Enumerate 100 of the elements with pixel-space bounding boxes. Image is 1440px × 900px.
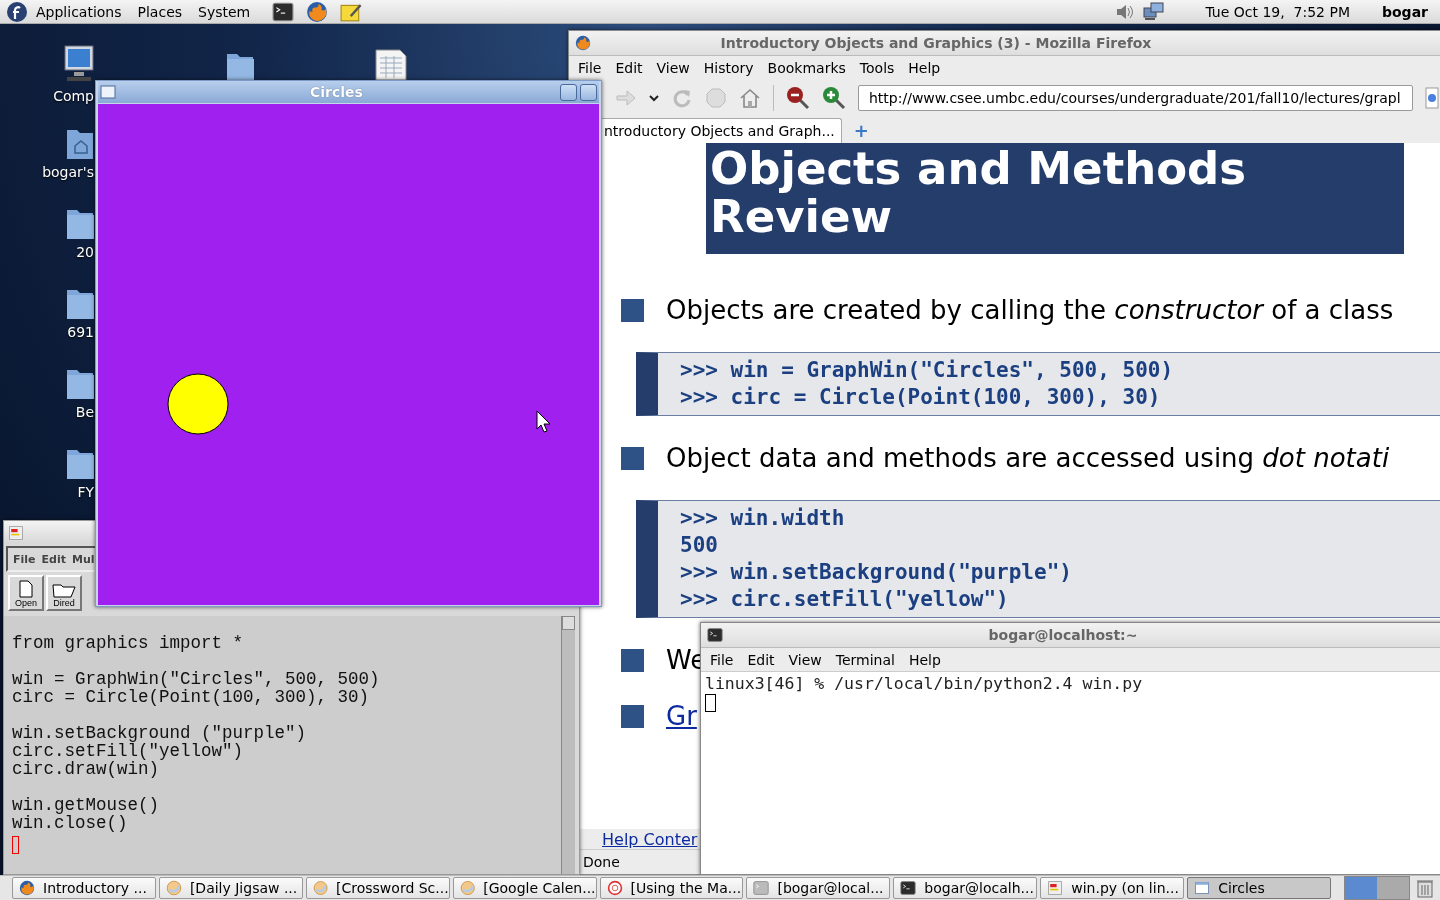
code-line: circ.setFill("yellow") (12, 742, 244, 760)
menu-item[interactable]: Edit (740, 651, 782, 668)
menu-item[interactable]: History (696, 59, 761, 76)
home-icon[interactable] (739, 87, 761, 109)
menu-item[interactable]: View (649, 59, 697, 76)
page-link[interactable]: Gr (666, 701, 697, 731)
browser-tab[interactable]: ntroductory Objects and Graph... (599, 118, 842, 143)
menu-item[interactable]: Terminal (828, 651, 902, 668)
bullet-square (621, 446, 644, 470)
panel-menu[interactable]: Places (129, 3, 191, 20)
code-line: win = GraphWin("Circles", 500, 500) (12, 670, 381, 688)
editor-icon[interactable] (8, 524, 24, 541)
code-line: >>> circ.setFill("yellow") (680, 586, 1010, 613)
globe-fox-icon[interactable] (306, 0, 329, 23)
terminal-icon[interactable] (900, 880, 917, 896)
dropdown-caret-icon[interactable] (649, 94, 659, 102)
computer-icon (64, 44, 94, 84)
new-tab-button[interactable]: + (853, 120, 869, 141)
mouse-pointer-icon (536, 410, 551, 433)
workspace-switcher[interactable] (1344, 876, 1410, 900)
window-title: Introductory Objects and Graphics (3) - Mozilla Firefox (719, 35, 1153, 51)
panel-menu[interactable]: Applications (28, 3, 130, 20)
taskbar-button[interactable]: [Google Calen... (452, 877, 597, 899)
bullet-square (621, 648, 644, 672)
globe-icon[interactable] (165, 880, 182, 896)
code-line: >>> circ = Circle(Point(100, 300), 30) (680, 384, 1162, 411)
toolbar-button[interactable]: Dired (46, 575, 82, 611)
editor-icon[interactable] (1047, 880, 1064, 896)
zoom-in-icon[interactable] (822, 86, 846, 110)
lifebuoy-icon[interactable] (606, 880, 623, 896)
code-line: >>> win.width (680, 505, 846, 532)
code-line: circ = Circle(Point(100, 300), 30) (12, 688, 370, 706)
clock[interactable]: Tue Oct 19, 7:52 PM (1205, 3, 1350, 20)
text-cursor (12, 836, 19, 854)
page-heading: Objects and Methods Review (706, 143, 1404, 254)
code-line: >>> win.setBackground("purple") (680, 559, 1073, 586)
trash-icon[interactable] (1415, 878, 1434, 898)
desktop-icon-label[interactable]: 20 (76, 244, 94, 260)
fedora-logo-icon[interactable] (6, 0, 28, 23)
scrollbar[interactable] (561, 616, 575, 874)
terminal-icon[interactable] (272, 0, 295, 23)
menu-item[interactable]: Edit (608, 59, 650, 76)
taskbar-button[interactable]: [Using the Ma... (599, 877, 744, 899)
code-line: from graphics import * (12, 634, 245, 652)
help-link[interactable]: Help Conter (602, 829, 698, 849)
document-icon (19, 580, 33, 598)
menu-item[interactable]: Bookmarks (760, 59, 853, 76)
window-icon[interactable] (1194, 880, 1211, 896)
menu-item[interactable]: View (781, 651, 829, 668)
bullet-text: Object data and methods are accessed using dot notati (666, 443, 1390, 473)
menu-item[interactable]: File (10, 552, 39, 566)
taskbar-button[interactable]: [Crossword Sc... (305, 877, 450, 899)
menu-item[interactable]: Help (901, 651, 948, 668)
window-title: Circles (309, 84, 364, 100)
code-line: circ.draw(win) (12, 760, 160, 778)
close-button[interactable] (580, 83, 597, 101)
globe-icon[interactable] (459, 880, 476, 896)
taskbar-button[interactable]: Introductory ... (12, 877, 156, 899)
menu-item[interactable]: File (703, 651, 741, 668)
code-editor[interactable]: from graphics import * win = GraphWin("Circles", 500, 500) circ = Circle(Point(100, 300), 30) win.setBackground ("purple") circ.setFill("yellow") circ.draw(win) win.getMouse() win.close() (4, 616, 561, 874)
desktop-icon-label[interactable]: FY (77, 484, 94, 500)
taskbar-button[interactable]: [Daily Jigsaw ... (158, 877, 303, 899)
network-computers-icon[interactable] (1143, 1, 1166, 22)
desktop-icon-label[interactable]: bogar's (42, 164, 94, 180)
menu-item[interactable]: Help (901, 59, 948, 76)
window-menu-icon[interactable] (100, 85, 116, 99)
filled-circle (167, 373, 229, 435)
bullet-square (621, 704, 644, 728)
url-field[interactable]: http://www.csee.umbc.edu/courses/undergraduate/201/fall10/lectures/grapl (858, 85, 1413, 111)
text-cursor (705, 694, 716, 712)
user-name[interactable]: bogar (1382, 3, 1428, 20)
desktop-icon-label[interactable]: Be (75, 404, 94, 420)
taskbar-button[interactable]: win.py (on lin... (1040, 877, 1185, 899)
terminal-line: linux3[46] % /usr/local/bin/python2.4 win.py (705, 674, 1144, 694)
minimize-button[interactable] (560, 83, 577, 101)
window-title: bogar@localhost:~ (987, 627, 1139, 643)
code-line: 500 (680, 532, 719, 559)
spreadsheet-icon (374, 48, 408, 80)
taskbar-button[interactable]: [bogar@local... (746, 877, 891, 899)
globe-fox-icon[interactable] (575, 35, 591, 51)
menu-item[interactable]: Edit (38, 552, 69, 566)
menu-item[interactable]: Mul (68, 552, 98, 566)
taskbar-button[interactable]: bogar@localh... (893, 877, 1038, 899)
menu-item[interactable]: File (571, 59, 609, 76)
code-line: win.getMouse() (12, 796, 161, 814)
desktop-icon-label[interactable]: Comp (53, 88, 94, 104)
desktop-icon-label[interactable]: 691 (67, 324, 94, 340)
zoom-out-icon[interactable] (786, 86, 810, 110)
menu-item[interactable]: Tools (852, 59, 902, 76)
speaker-icon[interactable] (1115, 2, 1136, 21)
code-line: win.close() (12, 814, 128, 832)
bullet-square (621, 298, 644, 322)
bullet-text: Objects are created by calling the constructor of a class (666, 295, 1394, 325)
toolbar-button[interactable]: Open (8, 575, 44, 611)
terminal-icon[interactable] (707, 627, 723, 643)
panel-menu[interactable]: System (190, 3, 259, 20)
globe-fox-icon[interactable] (19, 880, 35, 896)
search-engine-icon[interactable] (1425, 87, 1439, 109)
code-line: >>> win = GraphWin("Circles", 500, 500) (680, 357, 1175, 384)
taskbar-button[interactable]: Circles (1187, 877, 1331, 899)
